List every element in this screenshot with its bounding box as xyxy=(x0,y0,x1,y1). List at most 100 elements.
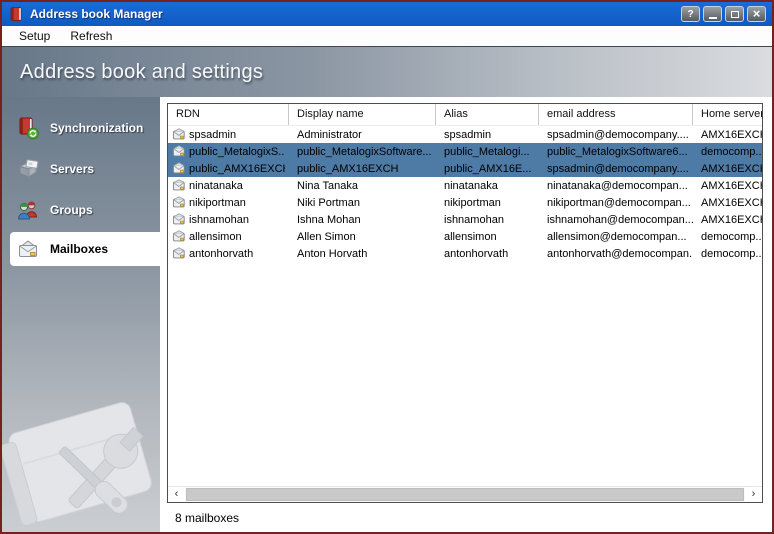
cell-display_name: Allen Simon xyxy=(289,231,436,243)
column-header-display_name[interactable]: Display name xyxy=(289,104,436,125)
mailbox-row-icon xyxy=(172,179,189,192)
column-header-alias[interactable]: Alias xyxy=(436,104,539,125)
table-row[interactable]: public_MetalogixS...public_MetalogixSoft… xyxy=(168,143,762,160)
close-button[interactable] xyxy=(747,6,766,22)
body: Synchronization Servers Groups Mailboxes xyxy=(2,97,772,532)
sidebar: Synchronization Servers Groups Mailboxes xyxy=(2,97,160,532)
cell-home_server: democomp... xyxy=(693,231,762,243)
cell-rdn: public_AMX16EXCH xyxy=(168,162,289,175)
column-header-email[interactable]: email address xyxy=(539,104,693,125)
mailbox-row-icon xyxy=(172,213,189,226)
cell-home_server: democomp... xyxy=(693,146,762,158)
cell-rdn: public_MetalogixS... xyxy=(168,145,289,158)
horizontal-scrollbar[interactable]: ‹ › xyxy=(168,486,762,502)
mailbox-row-icon xyxy=(172,196,189,209)
table-row[interactable]: public_AMX16EXCHpublic_AMX16EXCHpublic_A… xyxy=(168,160,762,177)
cell-display_name: Niki Portman xyxy=(289,197,436,209)
cell-rdn: ninatanaka xyxy=(168,179,289,192)
cell-home_server: AMX16EXCH xyxy=(693,197,762,209)
table-row[interactable]: spsadminAdministratorspsadminspsadmin@de… xyxy=(168,126,762,143)
sidebar-item-groups[interactable]: Groups xyxy=(2,191,160,229)
window-title: Address book Manager xyxy=(30,7,678,21)
minimize-button[interactable] xyxy=(703,6,722,22)
menu-setup[interactable]: Setup xyxy=(9,27,60,45)
cell-home_server: democomp... xyxy=(693,248,762,260)
table-row[interactable]: allensimonAllen Simonallensimonallensimo… xyxy=(168,228,762,245)
minimize-icon xyxy=(709,17,717,19)
cell-alias: spsadmin xyxy=(436,129,539,141)
cell-email: spsadmin@democompany.... xyxy=(539,129,693,141)
cell-email: public_MetalogixSoftware6... xyxy=(539,146,693,158)
column-header-rdn[interactable]: RDN xyxy=(168,104,289,125)
cell-rdn: ishnamohan xyxy=(168,213,289,226)
cell-alias: ninatanaka xyxy=(436,180,539,192)
titlebar: Address book Manager xyxy=(2,2,772,26)
cell-alias: nikiportman xyxy=(436,197,539,209)
scroll-left-icon[interactable]: ‹ xyxy=(168,487,185,502)
app-window: Address book Manager Setup Refresh Addre… xyxy=(0,0,774,534)
cell-alias: public_AMX16E... xyxy=(436,163,539,175)
cell-display_name: Administrator xyxy=(289,129,436,141)
cell-rdn: antonhorvath xyxy=(168,247,289,260)
content-panel: RDNDisplay nameAliasemail addressHome se… xyxy=(160,97,772,532)
sidebar-item-label: Mailboxes xyxy=(50,242,108,256)
cell-alias: public_Metalogi... xyxy=(436,146,539,158)
list-rows: spsadminAdministratorspsadminspsadmin@de… xyxy=(168,126,762,486)
mailbox-list: RDNDisplay nameAliasemail addressHome se… xyxy=(167,103,763,503)
sync-book-icon xyxy=(16,116,40,140)
sidebar-item-servers[interactable]: Servers xyxy=(2,150,160,188)
table-row[interactable]: ninatanakaNina Tanakaninatanakaninatanak… xyxy=(168,177,762,194)
cell-alias: antonhorvath xyxy=(436,248,539,260)
menubar: Setup Refresh xyxy=(2,26,772,46)
cell-email: allensimon@democompan... xyxy=(539,231,693,243)
banner: Address book and settings xyxy=(2,46,772,97)
maximize-icon xyxy=(731,11,739,18)
sidebar-item-synchronization[interactable]: Synchronization xyxy=(2,109,160,147)
window-frame: Address book Manager Setup Refresh Addre… xyxy=(2,2,772,532)
table-row[interactable]: nikiportmanNiki Portmannikiportmannikipo… xyxy=(168,194,762,211)
mailboxes-icon xyxy=(16,237,40,261)
red-book-icon xyxy=(8,6,24,22)
cell-home_server: AMX16EXCH xyxy=(693,180,762,192)
tools-folder-watermark-icon xyxy=(2,390,160,532)
cell-display_name: public_AMX16EXCH xyxy=(289,163,436,175)
cell-email: nikiportman@democompan... xyxy=(539,197,693,209)
help-button[interactable] xyxy=(681,6,700,22)
cell-home_server: AMX16EXCH xyxy=(693,129,762,141)
maximize-button[interactable] xyxy=(725,6,744,22)
cell-email: antonhorvath@democompan... xyxy=(539,248,693,260)
mailbox-row-icon xyxy=(172,247,189,260)
table-row[interactable]: antonhorvathAnton Horvathantonhorvathant… xyxy=(168,245,762,262)
cell-rdn: allensimon xyxy=(168,230,289,243)
scrollbar-thumb[interactable] xyxy=(186,488,744,501)
page-title: Address book and settings xyxy=(20,61,263,84)
sidebar-item-mailboxes[interactable]: Mailboxes xyxy=(10,232,160,266)
scroll-right-icon[interactable]: › xyxy=(745,487,762,502)
sidebar-item-label: Synchronization xyxy=(50,121,143,135)
mailbox-row-icon xyxy=(172,145,189,158)
sidebar-item-label: Groups xyxy=(50,203,93,217)
cell-alias: allensimon xyxy=(436,231,539,243)
status-text: 8 mailboxes xyxy=(175,511,239,525)
cell-alias: ishnamohan xyxy=(436,214,539,226)
mailbox-row-icon xyxy=(172,230,189,243)
menu-refresh[interactable]: Refresh xyxy=(60,27,122,45)
cell-rdn: spsadmin xyxy=(168,128,289,141)
cell-display_name: Nina Tanaka xyxy=(289,180,436,192)
cell-email: ishnamohan@democompan... xyxy=(539,214,693,226)
groups-icon xyxy=(16,198,40,222)
mailbox-row-icon xyxy=(172,128,189,141)
cell-email: ninatanaka@democompan... xyxy=(539,180,693,192)
mailbox-row-icon xyxy=(172,162,189,175)
table-row[interactable]: ishnamohanIshna Mohanishnamohanishnamoha… xyxy=(168,211,762,228)
column-header-home_server[interactable]: Home server xyxy=(693,104,762,125)
cell-display_name: Anton Horvath xyxy=(289,248,436,260)
cell-display_name: public_MetalogixSoftware... xyxy=(289,146,436,158)
cell-rdn: nikiportman xyxy=(168,196,289,209)
cell-home_server: AMX16EXCH xyxy=(693,163,762,175)
list-header: RDNDisplay nameAliasemail addressHome se… xyxy=(168,104,762,126)
cell-home_server: AMX16EXCH xyxy=(693,214,762,226)
cell-display_name: Ishna Mohan xyxy=(289,214,436,226)
sidebar-item-label: Servers xyxy=(50,162,94,176)
servers-icon xyxy=(16,157,40,181)
